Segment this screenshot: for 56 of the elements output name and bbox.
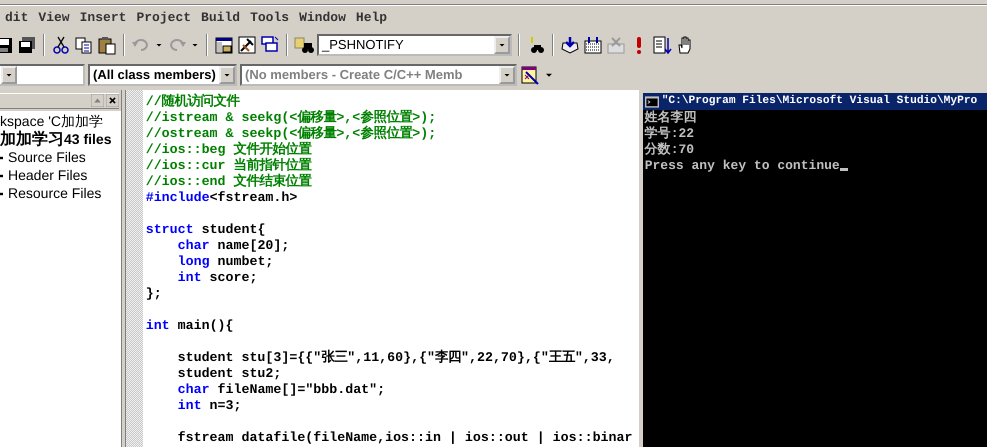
code-line: //随机访问文件 [146, 94, 241, 110]
menu-item[interactable]: Window [294, 8, 351, 28]
output-icon[interactable] [237, 35, 257, 55]
menu-item[interactable]: Tools [245, 8, 294, 28]
cut-icon[interactable] [51, 35, 71, 55]
go-icon[interactable] [652, 35, 672, 55]
menu-item[interactable]: View [33, 8, 75, 28]
code-line: //ostream & seekp(<偏移量>,<参照位置>); [146, 126, 438, 141]
compile-icon[interactable] [560, 35, 580, 55]
code-line: struct student{ [146, 222, 266, 238]
save-all-icon[interactable] [17, 35, 37, 55]
windows-icon[interactable] [260, 35, 280, 55]
save-icon[interactable] [0, 35, 14, 55]
code-line: student stu[3]={{"张三",11,60},{"李四",22,70},{"王五",33, [176, 350, 616, 366]
code-editor[interactable] [142, 90, 639, 447]
menu-item[interactable]: Insert [74, 8, 132, 28]
code-line: char fileName[]="bbb.dat"; [176, 382, 386, 398]
members-combo[interactable]: (No members - Create C/C++ Memb [240, 64, 517, 86]
code-line: fstream datafile(fileName,ios::in | ios::out | ios::binar [176, 430, 634, 446]
find-in-files-icon[interactable] [294, 35, 314, 55]
filter-text: (All class members) [93, 66, 216, 84]
code-line: //ios::end 文件结束位置 [146, 174, 313, 190]
workspace-icon[interactable] [214, 35, 234, 55]
code-line: #include<fstream.h> [146, 190, 298, 206]
panel-close-icon[interactable] [106, 94, 119, 108]
members-text: (No members - Create C/C++ Memb [245, 66, 462, 84]
menu-item[interactable]: dit [0, 8, 34, 28]
code-line: int score; [176, 270, 258, 286]
code-line: int main(){ [146, 318, 235, 334]
console-line: 学号:22 [644, 126, 696, 142]
console-title-bar: "C:\Program Files\Microsoft Visual Studio\MyPro [642, 93, 987, 110]
code-line: student stu2; [176, 366, 282, 382]
code-line: //ios::cur 当前指针位置 [146, 158, 313, 173]
filter-combo[interactable]: (All class members) [88, 64, 237, 86]
code-line: char name[20]; [176, 238, 290, 254]
menu-item[interactable]: Project [131, 8, 196, 28]
code-line: //ios::beg 文件开始位置 [146, 142, 313, 158]
copy-icon[interactable] [74, 35, 94, 55]
menu-item[interactable]: Build [196, 8, 246, 28]
code-line: }; [146, 286, 163, 302]
console-icon [644, 94, 659, 108]
build-icon[interactable] [583, 35, 603, 55]
find-text: _PSHNOTIFY [322, 36, 404, 54]
paste-icon[interactable] [97, 35, 117, 55]
wizard-icon[interactable] [520, 65, 540, 85]
console-line: Press any key to continue [642, 158, 987, 174]
class-combo[interactable] [0, 64, 85, 86]
code-line: int n=3; [176, 398, 242, 414]
code-line: //istream & seekg(<偏移量>,<参照位置>); [146, 110, 438, 126]
workspace-tree[interactable]: kspace 'C加加学 加加学习43 files Source Files Header Files Resource Files [0, 110, 121, 447]
console-line: 姓名李四 [643, 110, 698, 126]
console-line: 分数:70 [643, 142, 696, 158]
menu-item[interactable]: Help [350, 8, 392, 28]
code-line: long numbet; [176, 254, 274, 270]
find-combo[interactable]: _PSHNOTIFY [317, 34, 512, 56]
text-cursor [840, 168, 848, 171]
